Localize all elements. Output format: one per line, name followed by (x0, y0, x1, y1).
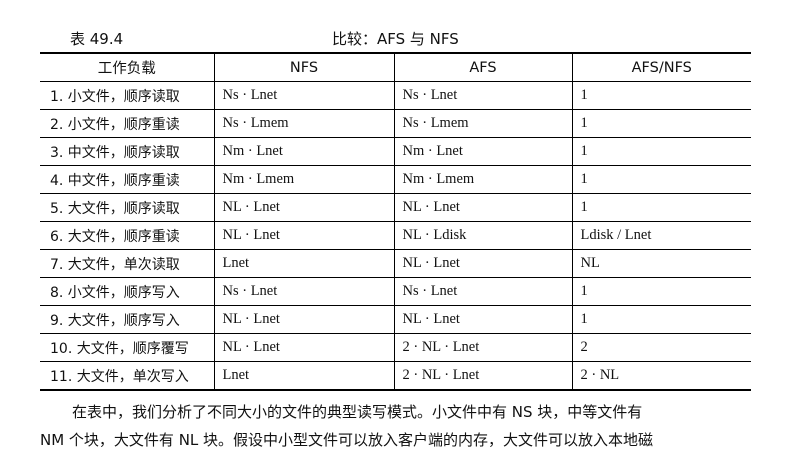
table-row: 7. 大文件，单次读取 Lnet NL · Lnet NL (40, 249, 751, 278)
workload-cell: 10. 大文件，顺序覆写 (40, 333, 214, 362)
workload-cell: 1. 小文件，顺序读取 (40, 81, 214, 110)
nfs-cell: Ns · Lnet (213, 81, 394, 110)
table-row: 6. 大文件，顺序重读 NL · Lnet NL · Ldisk Ldisk / Ln… (40, 221, 751, 250)
workload-cell: 11. 大文件，单次写入 (40, 361, 214, 390)
afs-cell: Ns · Lmem (393, 109, 572, 138)
afs-cell: NL · Ldisk (393, 221, 572, 250)
header-afs-nfs: AFS/NFS (571, 53, 751, 82)
afs-cell: 2 · NL · Lnet (393, 333, 572, 362)
table-caption: 表 49.4 比较：AFS 与 NFS (70, 28, 750, 48)
nfs-cell: Nm · Lnet (213, 137, 394, 166)
nfs-cell: Lnet (213, 361, 394, 390)
header-nfs: NFS (213, 53, 394, 82)
afs-cell: Ns · Lnet (393, 277, 572, 306)
workload-cell: 4. 中文件，顺序重读 (40, 165, 214, 194)
afs-cell: NL · Lnet (393, 193, 572, 222)
afs-nfs-cell: Ldisk / Lnet (571, 221, 751, 250)
nfs-cell: NL · Lnet (213, 305, 394, 334)
workload-cell: 3. 中文件，顺序读取 (40, 137, 214, 166)
table-row: 9. 大文件，顺序写入 NL · Lnet NL · Lnet 1 (40, 305, 751, 334)
header-afs: AFS (393, 53, 572, 82)
afs-nfs-cell: 1 (571, 81, 751, 110)
afs-cell: Ns · Lnet (393, 81, 572, 110)
table-row: 10. 大文件，顺序覆写 NL · Lnet 2 · NL · Lnet 2 (40, 333, 751, 362)
table-row: 5. 大文件，顺序读取 NL · Lnet NL · Lnet 1 (40, 193, 751, 222)
workload-cell: 8. 小文件，顺序写入 (40, 277, 214, 306)
afs-cell: NL · Lnet (393, 249, 572, 278)
paragraph-line-1: 在表中，我们分析了不同大小的文件的典型读写模式。小文件中有 NS 块，中等文件有 (72, 403, 643, 421)
nfs-cell: NL · Lnet (213, 193, 394, 222)
table-number: 表 49.4 (70, 30, 124, 48)
table-row: 8. 小文件，顺序写入 Ns · Lnet Ns · Lnet 1 (40, 277, 751, 306)
afs-nfs-cell: 2 (571, 333, 751, 362)
afs-nfs-cell: 2 · NL (571, 361, 751, 390)
nfs-cell: NL · Lnet (213, 333, 394, 362)
table-row: 2. 小文件，顺序重读 Ns · Lmem Ns · Lmem 1 (40, 109, 751, 138)
header-workload: 工作负载 (40, 53, 214, 82)
comparison-table: 工作负载 NFS AFS AFS/NFS 1. 小文件，顺序读取 Ns · Lne… (40, 52, 751, 391)
nfs-cell: Nm · Lmem (213, 165, 394, 194)
table-header-row: 工作负载 NFS AFS AFS/NFS (40, 53, 751, 82)
table-row: 11. 大文件，单次写入 Lnet 2 · NL · Lnet 2 · NL (40, 361, 751, 390)
table-row: 3. 中文件，顺序读取 Nm · Lnet Nm · Lnet 1 (40, 137, 751, 166)
table-title: 比较：AFS 与 NFS (332, 30, 459, 48)
afs-cell: Nm · Lnet (393, 137, 572, 166)
afs-nfs-cell: 1 (571, 277, 751, 306)
paragraph-line-2: NM 个块，大文件有 NL 块。假设中小型文件可以放入客户端的内存，大文件可以放… (40, 431, 654, 449)
table-row: 4. 中文件，顺序重读 Nm · Lmem Nm · Lmem 1 (40, 165, 751, 194)
afs-cell: Nm · Lmem (393, 165, 572, 194)
afs-nfs-cell: 1 (571, 109, 751, 138)
afs-cell: 2 · NL · Lnet (393, 361, 572, 390)
afs-cell: NL · Lnet (393, 305, 572, 334)
body-paragraph: 在表中，我们分析了不同大小的文件的典型读写模式。小文件中有 NS 块，中等文件有… (40, 398, 760, 454)
nfs-cell: Ns · Lnet (213, 277, 394, 306)
workload-cell: 7. 大文件，单次读取 (40, 249, 214, 278)
afs-nfs-cell: 1 (571, 137, 751, 166)
nfs-cell: Lnet (213, 249, 394, 278)
afs-nfs-cell: 1 (571, 193, 751, 222)
afs-nfs-cell: 1 (571, 305, 751, 334)
workload-cell: 9. 大文件，顺序写入 (40, 305, 214, 334)
workload-cell: 5. 大文件，顺序读取 (40, 193, 214, 222)
nfs-cell: NL · Lnet (213, 221, 394, 250)
nfs-cell: Ns · Lmem (213, 109, 394, 138)
afs-nfs-cell: NL (571, 249, 751, 278)
afs-nfs-cell: 1 (571, 165, 751, 194)
workload-cell: 2. 小文件，顺序重读 (40, 109, 214, 138)
table-row: 1. 小文件，顺序读取 Ns · Lnet Ns · Lnet 1 (40, 81, 751, 110)
workload-cell: 6. 大文件，顺序重读 (40, 221, 214, 250)
